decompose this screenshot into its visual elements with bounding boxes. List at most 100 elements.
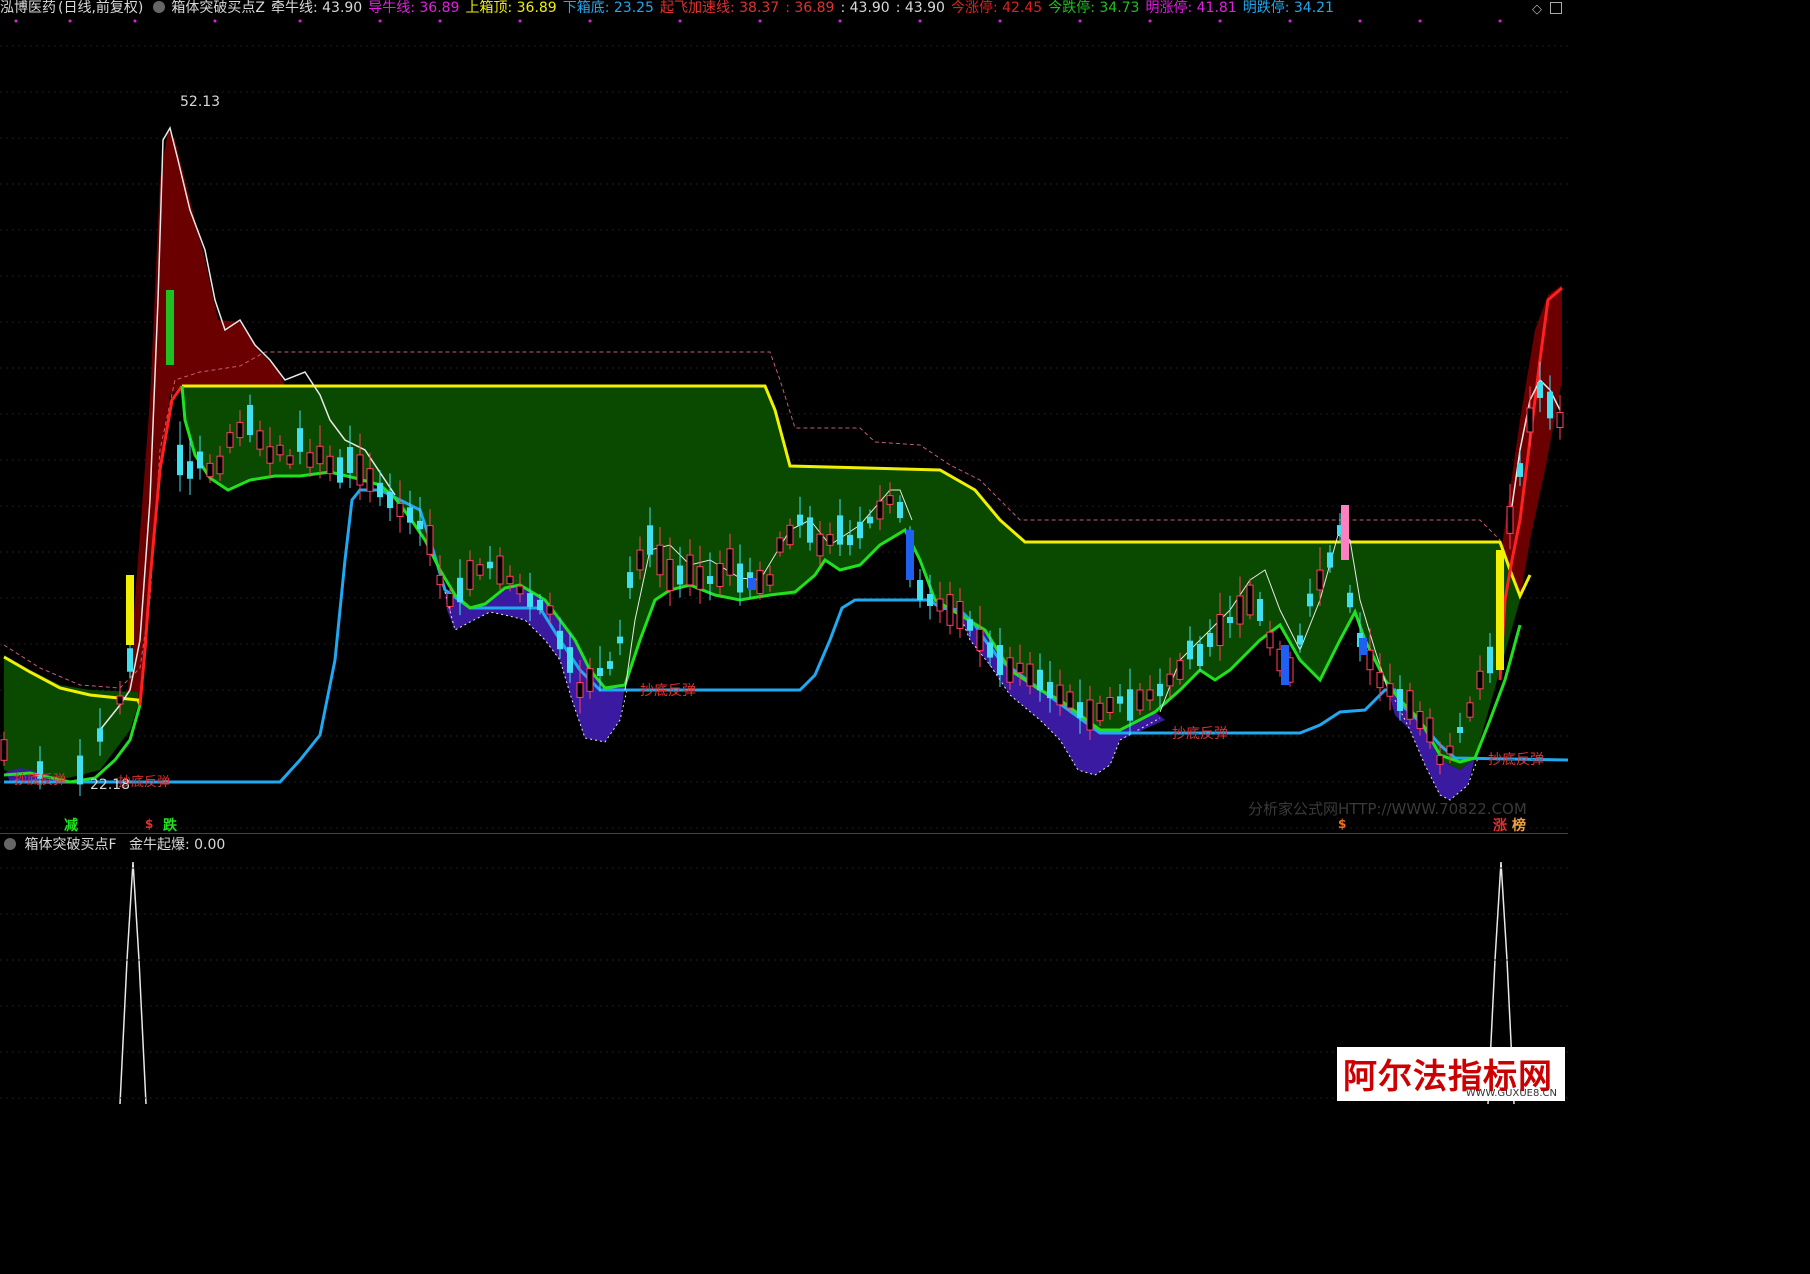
- candle-body: [847, 534, 853, 546]
- chaodi-signal-2: 抄底反弹: [1172, 726, 1228, 742]
- highlight-candle: [748, 578, 756, 590]
- header-value-11: 明跌停: 34.21: [1242, 0, 1334, 16]
- candle-body: [557, 630, 563, 650]
- sub-chart-header: 箱体突破买点F 金牛起爆: 0.00: [0, 836, 225, 854]
- chart-header: 泓博医药 (日线,前复权) 箱体突破买点Z 牵牛线: 43.90 导牛线: 36.89 上…: [0, 0, 1568, 16]
- candle-body: [1197, 643, 1203, 667]
- candle: [177, 421, 183, 492]
- candle-body: [286, 455, 294, 465]
- candle-body: [1216, 614, 1224, 646]
- sub-indicator-toggle-icon[interactable]: [4, 838, 16, 850]
- signal-dollar-2: $: [1338, 817, 1347, 831]
- header-dot: [213, 19, 217, 23]
- candle-body: [276, 444, 284, 456]
- header-dot: [438, 19, 442, 23]
- candle-body: [1257, 598, 1263, 622]
- header-value-0: 牵牛线: 43.90: [270, 0, 363, 16]
- candle-body: [976, 628, 984, 652]
- candle-body: [666, 558, 674, 592]
- candle-body: [997, 645, 1003, 675]
- header-value-1: 导牛线: 36.89: [368, 0, 460, 16]
- candle-body: [1096, 702, 1104, 722]
- sub-indicator-value: 0.00: [194, 837, 226, 853]
- candle-body: [77, 755, 83, 785]
- highlight-candle: [1359, 638, 1367, 655]
- candle-body: [236, 421, 244, 439]
- candle-body: [897, 501, 903, 519]
- candle-body: [306, 452, 314, 468]
- candle-body: [956, 601, 964, 629]
- candle-body: [1466, 702, 1474, 718]
- candle-body: [487, 561, 493, 569]
- candle-body: [1556, 412, 1564, 428]
- candle-body: [1526, 407, 1534, 433]
- candle-body: [326, 455, 334, 475]
- indicator-toggle-icon[interactable]: [153, 1, 166, 13]
- candle-body: [636, 549, 644, 571]
- site-badge: 阿尔法指标网 WWW.GUXUE8.CN: [1337, 1047, 1565, 1101]
- header-dot: [838, 19, 842, 23]
- header-value-8: 今涨停: 42.45: [950, 0, 1043, 16]
- candle-body: [1086, 699, 1094, 731]
- candle-body: [656, 544, 664, 576]
- price-chart: 52.13 22.18 抄底反弹 抄底反弹 抄底反弹 抄底反弹 抄底反弹: [0, 45, 1568, 1104]
- box-fill-left: [4, 655, 138, 780]
- candle-body: [726, 548, 734, 576]
- candle-body: [1016, 662, 1024, 674]
- candle-body: [1026, 663, 1034, 687]
- period-label[interactable]: (日线,前复权): [58, 0, 143, 16]
- candle-body: [627, 572, 633, 588]
- candle-body: [1376, 671, 1384, 689]
- candle-body: [1506, 506, 1514, 534]
- sub-spike-1: [119, 861, 147, 1104]
- candle-body: [737, 563, 743, 593]
- candle-body: [446, 593, 454, 607]
- candle-body: [1316, 569, 1324, 591]
- candle-body: [1166, 673, 1174, 687]
- header-value-4: 起飞加速线: 38.37: [659, 0, 780, 16]
- pane-separator[interactable]: [0, 833, 1568, 834]
- candle-body: [1436, 755, 1444, 765]
- candle-body: [1037, 669, 1043, 691]
- diamond-icon[interactable]: ◇: [1532, 2, 1542, 17]
- header-dot: [1148, 19, 1152, 23]
- header-dot: [758, 19, 762, 23]
- stock-name[interactable]: 泓博医药: [0, 0, 56, 16]
- signal-dollar-1: $: [145, 817, 154, 831]
- candle-body: [1227, 616, 1233, 624]
- header-dot: [14, 19, 18, 23]
- candle-body: [857, 521, 863, 539]
- candle-body: [756, 569, 764, 595]
- candle-body: [837, 515, 843, 545]
- candle-body: [347, 447, 353, 473]
- candle: [917, 568, 923, 608]
- high-price-label: 52.13: [180, 94, 220, 110]
- candle-body: [597, 667, 603, 677]
- candle-body: [786, 524, 794, 546]
- candle-body: [216, 455, 224, 475]
- candle-body: [226, 432, 234, 448]
- candle-body: [936, 598, 944, 612]
- window-square-icon[interactable]: [1550, 2, 1562, 14]
- candle-body: [807, 517, 813, 543]
- candle-body: [876, 500, 884, 520]
- chaodi-signal-1: 抄底反弹: [640, 683, 696, 699]
- chaodi-signal-4: 抄底反弹: [14, 772, 66, 788]
- header-value-2: 上箱顶: 36.89: [465, 0, 557, 16]
- candle-body: [776, 537, 784, 553]
- candle-body: [1386, 683, 1394, 697]
- candle-body: [396, 503, 404, 517]
- candle-body: [426, 525, 434, 555]
- candle-body: [826, 534, 834, 546]
- candle-body: [1106, 697, 1114, 713]
- highlight-candle: [1341, 505, 1349, 560]
- candle-body: [116, 695, 124, 705]
- candle-body: [1366, 649, 1374, 671]
- highlight-candle: [906, 530, 914, 580]
- candle-body: [696, 566, 704, 590]
- sub-indicator-name[interactable]: 箱体突破买点F: [24, 837, 116, 853]
- candle-body: [927, 593, 933, 607]
- candle-body: [586, 668, 594, 692]
- candle-body: [266, 446, 274, 464]
- indicator-name[interactable]: 箱体突破买点Z: [171, 0, 265, 16]
